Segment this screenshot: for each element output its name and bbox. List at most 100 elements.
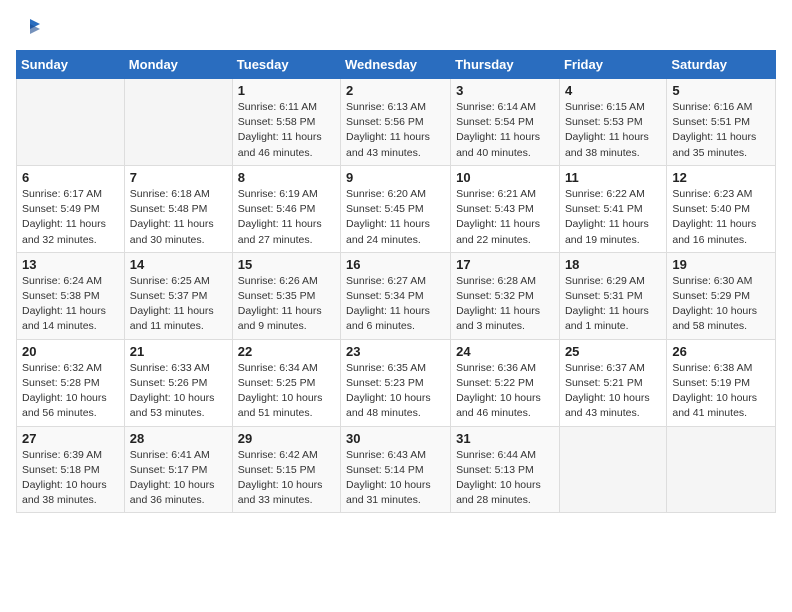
- calendar-cell: 8 Sunrise: 6:19 AM Sunset: 5:46 PM Daylig…: [232, 165, 340, 252]
- weekday-header-thursday: Thursday: [451, 51, 560, 79]
- day-info: Sunrise: 6:15 AM Sunset: 5:53 PM Dayligh…: [565, 100, 661, 161]
- weekday-header-saturday: Saturday: [667, 51, 776, 79]
- weekday-header-tuesday: Tuesday: [232, 51, 340, 79]
- day-number: 31: [456, 431, 554, 446]
- logo: [16, 16, 40, 38]
- day-number: 5: [672, 83, 770, 98]
- day-info: Sunrise: 6:25 AM Sunset: 5:37 PM Dayligh…: [130, 274, 227, 335]
- day-info: Sunrise: 6:38 AM Sunset: 5:19 PM Dayligh…: [672, 361, 770, 422]
- day-number: 3: [456, 83, 554, 98]
- calendar-cell: 31 Sunrise: 6:44 AM Sunset: 5:13 PM Dayli…: [451, 426, 560, 513]
- day-number: 23: [346, 344, 445, 359]
- calendar-cell: 29Sunrise: 6:42 AM Sunset: 5:15 PM Dayli…: [232, 426, 340, 513]
- day-number: 2: [346, 83, 445, 98]
- calendar-week-row: 13Sunrise: 6:24 AM Sunset: 5:38 PM Dayli…: [17, 252, 776, 339]
- calendar-cell: 26 Sunrise: 6:38 AM Sunset: 5:19 PM Dayli…: [667, 339, 776, 426]
- calendar-cell: 27Sunrise: 6:39 AM Sunset: 5:18 PM Dayli…: [17, 426, 125, 513]
- day-info: Sunrise: 6:24 AM Sunset: 5:38 PM Dayligh…: [22, 274, 119, 335]
- day-info: Sunrise: 6:18 AM Sunset: 5:48 PM Dayligh…: [130, 187, 227, 248]
- day-number: 26: [672, 344, 770, 359]
- calendar-cell: 15 Sunrise: 6:26 AM Sunset: 5:35 PM Dayli…: [232, 252, 340, 339]
- calendar-cell: 11 Sunrise: 6:22 AM Sunset: 5:41 PM Dayli…: [559, 165, 666, 252]
- page-header: [16, 16, 776, 38]
- day-number: 29: [238, 431, 335, 446]
- calendar-cell: [667, 426, 776, 513]
- calendar-cell: 6 Sunrise: 6:17 AM Sunset: 5:49 PM Daylig…: [17, 165, 125, 252]
- calendar-cell: 22 Sunrise: 6:34 AM Sunset: 5:25 PM Dayli…: [232, 339, 340, 426]
- day-number: 15: [238, 257, 335, 272]
- day-info: Sunrise: 6:26 AM Sunset: 5:35 PM Dayligh…: [238, 274, 335, 335]
- calendar-cell: [17, 79, 125, 166]
- calendar-week-row: 20 Sunrise: 6:32 AM Sunset: 5:28 PM Dayli…: [17, 339, 776, 426]
- day-info: Sunrise: 6:36 AM Sunset: 5:22 PM Dayligh…: [456, 361, 554, 422]
- day-info: Sunrise: 6:43 AM Sunset: 5:14 PM Dayligh…: [346, 448, 445, 509]
- weekday-header-monday: Monday: [124, 51, 232, 79]
- day-number: 12: [672, 170, 770, 185]
- day-number: 8: [238, 170, 335, 185]
- day-info: Sunrise: 6:19 AM Sunset: 5:46 PM Dayligh…: [238, 187, 335, 248]
- logo-icon: [18, 16, 40, 38]
- calendar-cell: 16 Sunrise: 6:27 AM Sunset: 5:34 PM Dayli…: [341, 252, 451, 339]
- calendar-cell: 7 Sunrise: 6:18 AM Sunset: 5:48 PM Daylig…: [124, 165, 232, 252]
- day-number: 11: [565, 170, 661, 185]
- calendar-cell: 30 Sunrise: 6:43 AM Sunset: 5:14 PM Dayli…: [341, 426, 451, 513]
- calendar-cell: 28Sunrise: 6:41 AM Sunset: 5:17 PM Dayli…: [124, 426, 232, 513]
- day-number: 14: [130, 257, 227, 272]
- day-number: 7: [130, 170, 227, 185]
- day-info: Sunrise: 6:41 AM Sunset: 5:17 PM Dayligh…: [130, 448, 227, 509]
- day-number: 16: [346, 257, 445, 272]
- day-number: 10: [456, 170, 554, 185]
- calendar-cell: 12Sunrise: 6:23 AM Sunset: 5:40 PM Dayli…: [667, 165, 776, 252]
- calendar-cell: 18 Sunrise: 6:29 AM Sunset: 5:31 PM Dayli…: [559, 252, 666, 339]
- day-info: Sunrise: 6:17 AM Sunset: 5:49 PM Dayligh…: [22, 187, 119, 248]
- day-info: Sunrise: 6:20 AM Sunset: 5:45 PM Dayligh…: [346, 187, 445, 248]
- calendar-week-row: 27Sunrise: 6:39 AM Sunset: 5:18 PM Dayli…: [17, 426, 776, 513]
- day-info: Sunrise: 6:28 AM Sunset: 5:32 PM Dayligh…: [456, 274, 554, 335]
- day-number: 22: [238, 344, 335, 359]
- day-info: Sunrise: 6:29 AM Sunset: 5:31 PM Dayligh…: [565, 274, 661, 335]
- day-info: Sunrise: 6:44 AM Sunset: 5:13 PM Dayligh…: [456, 448, 554, 509]
- weekday-header-friday: Friday: [559, 51, 666, 79]
- calendar-cell: 19Sunrise: 6:30 AM Sunset: 5:29 PM Dayli…: [667, 252, 776, 339]
- day-info: Sunrise: 6:16 AM Sunset: 5:51 PM Dayligh…: [672, 100, 770, 161]
- calendar-cell: 14 Sunrise: 6:25 AM Sunset: 5:37 PM Dayli…: [124, 252, 232, 339]
- day-number: 30: [346, 431, 445, 446]
- day-info: Sunrise: 6:35 AM Sunset: 5:23 PM Dayligh…: [346, 361, 445, 422]
- calendar-week-row: 6 Sunrise: 6:17 AM Sunset: 5:49 PM Daylig…: [17, 165, 776, 252]
- day-number: 21: [130, 344, 227, 359]
- day-number: 20: [22, 344, 119, 359]
- day-info: Sunrise: 6:22 AM Sunset: 5:41 PM Dayligh…: [565, 187, 661, 248]
- day-info: Sunrise: 6:30 AM Sunset: 5:29 PM Dayligh…: [672, 274, 770, 335]
- weekday-header-wednesday: Wednesday: [341, 51, 451, 79]
- calendar-week-row: 1Sunrise: 6:11 AM Sunset: 5:58 PM Daylig…: [17, 79, 776, 166]
- day-number: 25: [565, 344, 661, 359]
- calendar-cell: 4 Sunrise: 6:15 AM Sunset: 5:53 PM Daylig…: [559, 79, 666, 166]
- day-info: Sunrise: 6:32 AM Sunset: 5:28 PM Dayligh…: [22, 361, 119, 422]
- day-info: Sunrise: 6:33 AM Sunset: 5:26 PM Dayligh…: [130, 361, 227, 422]
- calendar-cell: 2 Sunrise: 6:13 AM Sunset: 5:56 PM Daylig…: [341, 79, 451, 166]
- day-number: 1: [238, 83, 335, 98]
- calendar-cell: 20 Sunrise: 6:32 AM Sunset: 5:28 PM Dayli…: [17, 339, 125, 426]
- day-info: Sunrise: 6:37 AM Sunset: 5:21 PM Dayligh…: [565, 361, 661, 422]
- day-info: Sunrise: 6:21 AM Sunset: 5:43 PM Dayligh…: [456, 187, 554, 248]
- day-info: Sunrise: 6:14 AM Sunset: 5:54 PM Dayligh…: [456, 100, 554, 161]
- calendar-cell: 9 Sunrise: 6:20 AM Sunset: 5:45 PM Daylig…: [341, 165, 451, 252]
- day-info: Sunrise: 6:27 AM Sunset: 5:34 PM Dayligh…: [346, 274, 445, 335]
- calendar-cell: 3 Sunrise: 6:14 AM Sunset: 5:54 PM Daylig…: [451, 79, 560, 166]
- day-number: 9: [346, 170, 445, 185]
- day-number: 6: [22, 170, 119, 185]
- day-number: 27: [22, 431, 119, 446]
- calendar-cell: 5 Sunrise: 6:16 AM Sunset: 5:51 PM Daylig…: [667, 79, 776, 166]
- day-info: Sunrise: 6:13 AM Sunset: 5:56 PM Dayligh…: [346, 100, 445, 161]
- weekday-header-sunday: Sunday: [17, 51, 125, 79]
- calendar-cell: 21 Sunrise: 6:33 AM Sunset: 5:26 PM Dayli…: [124, 339, 232, 426]
- calendar-cell: 13Sunrise: 6:24 AM Sunset: 5:38 PM Dayli…: [17, 252, 125, 339]
- calendar-cell: 17Sunrise: 6:28 AM Sunset: 5:32 PM Dayli…: [451, 252, 560, 339]
- day-info: Sunrise: 6:34 AM Sunset: 5:25 PM Dayligh…: [238, 361, 335, 422]
- calendar-cell: 24 Sunrise: 6:36 AM Sunset: 5:22 PM Dayli…: [451, 339, 560, 426]
- day-number: 4: [565, 83, 661, 98]
- calendar-cell: 10 Sunrise: 6:21 AM Sunset: 5:43 PM Dayli…: [451, 165, 560, 252]
- weekday-header-row: SundayMondayTuesdayWednesdayThursdayFrid…: [17, 51, 776, 79]
- day-number: 18: [565, 257, 661, 272]
- day-number: 24: [456, 344, 554, 359]
